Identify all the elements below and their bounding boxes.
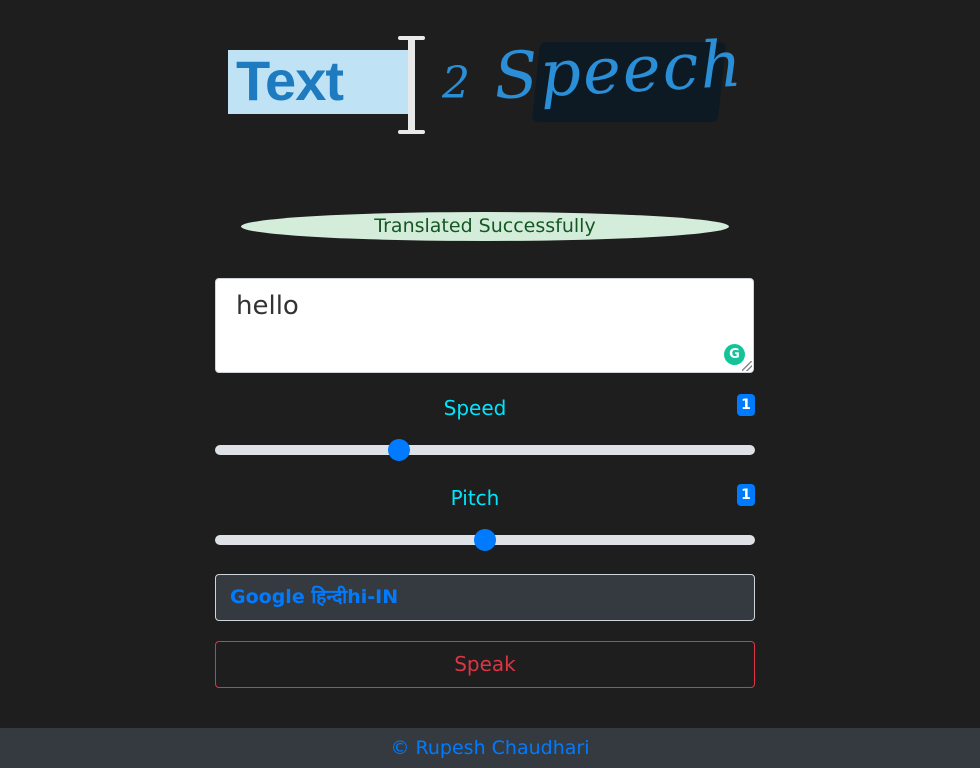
logo: Text 2 Speech bbox=[226, 28, 745, 140]
pitch-label: Pitch bbox=[450, 486, 500, 510]
speed-slider[interactable] bbox=[215, 439, 755, 461]
pitch-value-badge: 1 bbox=[737, 484, 755, 506]
pitch-slider[interactable] bbox=[215, 529, 755, 551]
footer-credit: © Rupesh Chaudhari bbox=[390, 737, 590, 759]
status-alert: Translated Successfully bbox=[241, 212, 729, 241]
speak-button[interactable]: Speak bbox=[215, 641, 755, 688]
logo-text: Text bbox=[236, 49, 344, 112]
voice-select[interactable]: Google हिन्दीhi-IN bbox=[215, 574, 755, 621]
pitch-slider-thumb[interactable] bbox=[474, 529, 496, 551]
speed-label: Speed bbox=[443, 396, 507, 420]
speed-value-badge: 1 bbox=[737, 394, 755, 416]
logo-two: 2 bbox=[442, 58, 470, 109]
resize-handle-icon[interactable] bbox=[742, 361, 752, 371]
logo-speech: Speech bbox=[492, 27, 746, 115]
speed-slider-thumb[interactable] bbox=[387, 439, 410, 461]
text-cursor-icon bbox=[398, 34, 426, 134]
footer: © Rupesh Chaudhari bbox=[0, 728, 980, 768]
text-input[interactable] bbox=[215, 278, 754, 373]
